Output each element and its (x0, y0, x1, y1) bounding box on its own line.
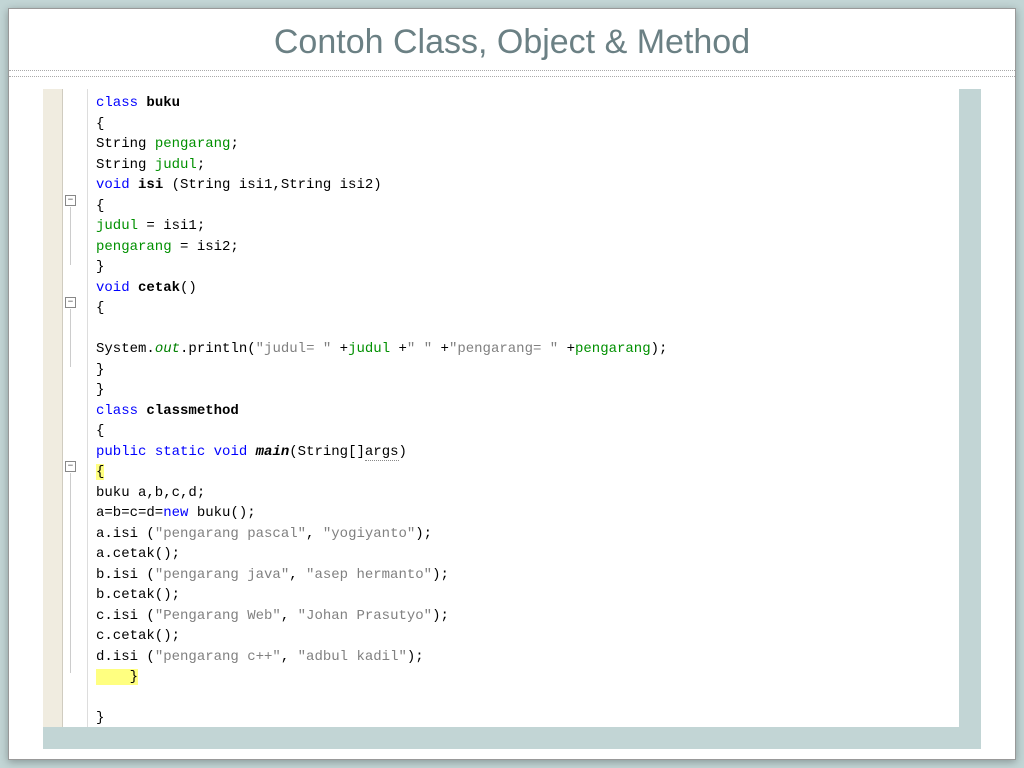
identifier: judul (155, 157, 197, 173)
keyword: void (96, 280, 130, 296)
string: " " (407, 341, 432, 357)
keyword: public (96, 444, 146, 460)
identifier: pengarang (575, 341, 651, 357)
code-text: , (306, 526, 323, 542)
code-text: { (96, 300, 104, 316)
code-text: buku(); (188, 505, 255, 521)
divider (9, 70, 1015, 80)
string: "judul= " (256, 341, 332, 357)
identifier: pengarang (155, 136, 231, 152)
identifier: judul (348, 341, 390, 357)
code-text: + (558, 341, 575, 357)
code-text: ); (407, 649, 424, 665)
code-text: , (281, 649, 298, 665)
code-text: .println( (180, 341, 256, 357)
code-text: { (96, 198, 104, 214)
code-text: ); (432, 567, 449, 583)
code-text: , (289, 567, 306, 583)
code-text: b.cetak(); (96, 587, 180, 603)
code-text: } (96, 710, 104, 726)
keyword: new (163, 505, 188, 521)
class-name: buku (146, 95, 180, 111)
code-text: (String[] (289, 444, 365, 460)
string: "Pengarang Web" (155, 608, 281, 624)
method-name: isi (130, 177, 172, 193)
field: out (155, 341, 180, 357)
highlighted-brace: } (96, 669, 138, 685)
keyword: class (96, 403, 138, 419)
bottom-margin (43, 727, 981, 749)
string: "adbul kadil" (298, 649, 407, 665)
code-text: ) (399, 444, 407, 460)
code-text: } (96, 362, 104, 378)
code-text: = isi1; (138, 218, 205, 234)
code-text: ); (651, 341, 668, 357)
code-text: System. (96, 341, 155, 357)
code-text: c.cetak(); (96, 628, 180, 644)
code-text: + (390, 341, 407, 357)
fold-toggle-icon[interactable]: − (65, 195, 76, 206)
code-text: = isi2; (172, 239, 239, 255)
highlighted-brace: { (96, 464, 104, 480)
code-text: + (331, 341, 348, 357)
code-text: ); (432, 608, 449, 624)
string: "pengarang= " (449, 341, 558, 357)
code-text: a=b=c=d= (96, 505, 163, 521)
class-name: classmethod (138, 403, 239, 419)
keyword: class (96, 95, 138, 111)
code-text: } (96, 259, 104, 275)
code-text: ; (230, 136, 238, 152)
code-editor: − − − class buku { String pengarang; Str… (43, 89, 981, 741)
code-text: String (96, 157, 155, 173)
string: "pengarang pascal" (155, 526, 306, 542)
code-text: () (180, 280, 197, 296)
right-margin (959, 89, 981, 741)
code-area: class buku { String pengarang; String ju… (88, 89, 959, 741)
code-text: + (432, 341, 449, 357)
method-name: cetak (130, 280, 180, 296)
code-text: a.isi ( (96, 526, 155, 542)
identifier: pengarang (96, 239, 172, 255)
string: "yogiyanto" (323, 526, 415, 542)
code-text: buku a,b,c,d; (96, 485, 205, 501)
keyword: static (146, 444, 205, 460)
fold-toggle-icon[interactable]: − (65, 461, 76, 472)
keyword: void (205, 444, 247, 460)
code-text: (String isi1,String isi2) (172, 177, 382, 193)
editor-gutter: − − − (43, 89, 88, 741)
slide-title: Contoh Class, Object & Method (9, 23, 1015, 62)
string: "Johan Prasutyo" (298, 608, 432, 624)
param: args (365, 444, 399, 461)
slide: Contoh Class, Object & Method − − − clas… (8, 8, 1016, 760)
string: "pengarang c++" (155, 649, 281, 665)
code-text: c.isi ( (96, 608, 155, 624)
code-text: ); (415, 526, 432, 542)
code-text: String (96, 136, 155, 152)
code-text: ; (197, 157, 205, 173)
code-text: b.isi ( (96, 567, 155, 583)
code-text: d.isi ( (96, 649, 155, 665)
fold-toggle-icon[interactable]: − (65, 297, 76, 308)
keyword: void (96, 177, 130, 193)
code-text: { (96, 423, 104, 439)
method-name: main (247, 444, 289, 460)
string: "asep hermanto" (306, 567, 432, 583)
string: "pengarang java" (155, 567, 289, 583)
identifier: judul (96, 218, 138, 234)
code-text: { (96, 116, 104, 132)
code-text: } (96, 382, 104, 398)
code-text: a.cetak(); (96, 546, 180, 562)
code-text: , (281, 608, 298, 624)
